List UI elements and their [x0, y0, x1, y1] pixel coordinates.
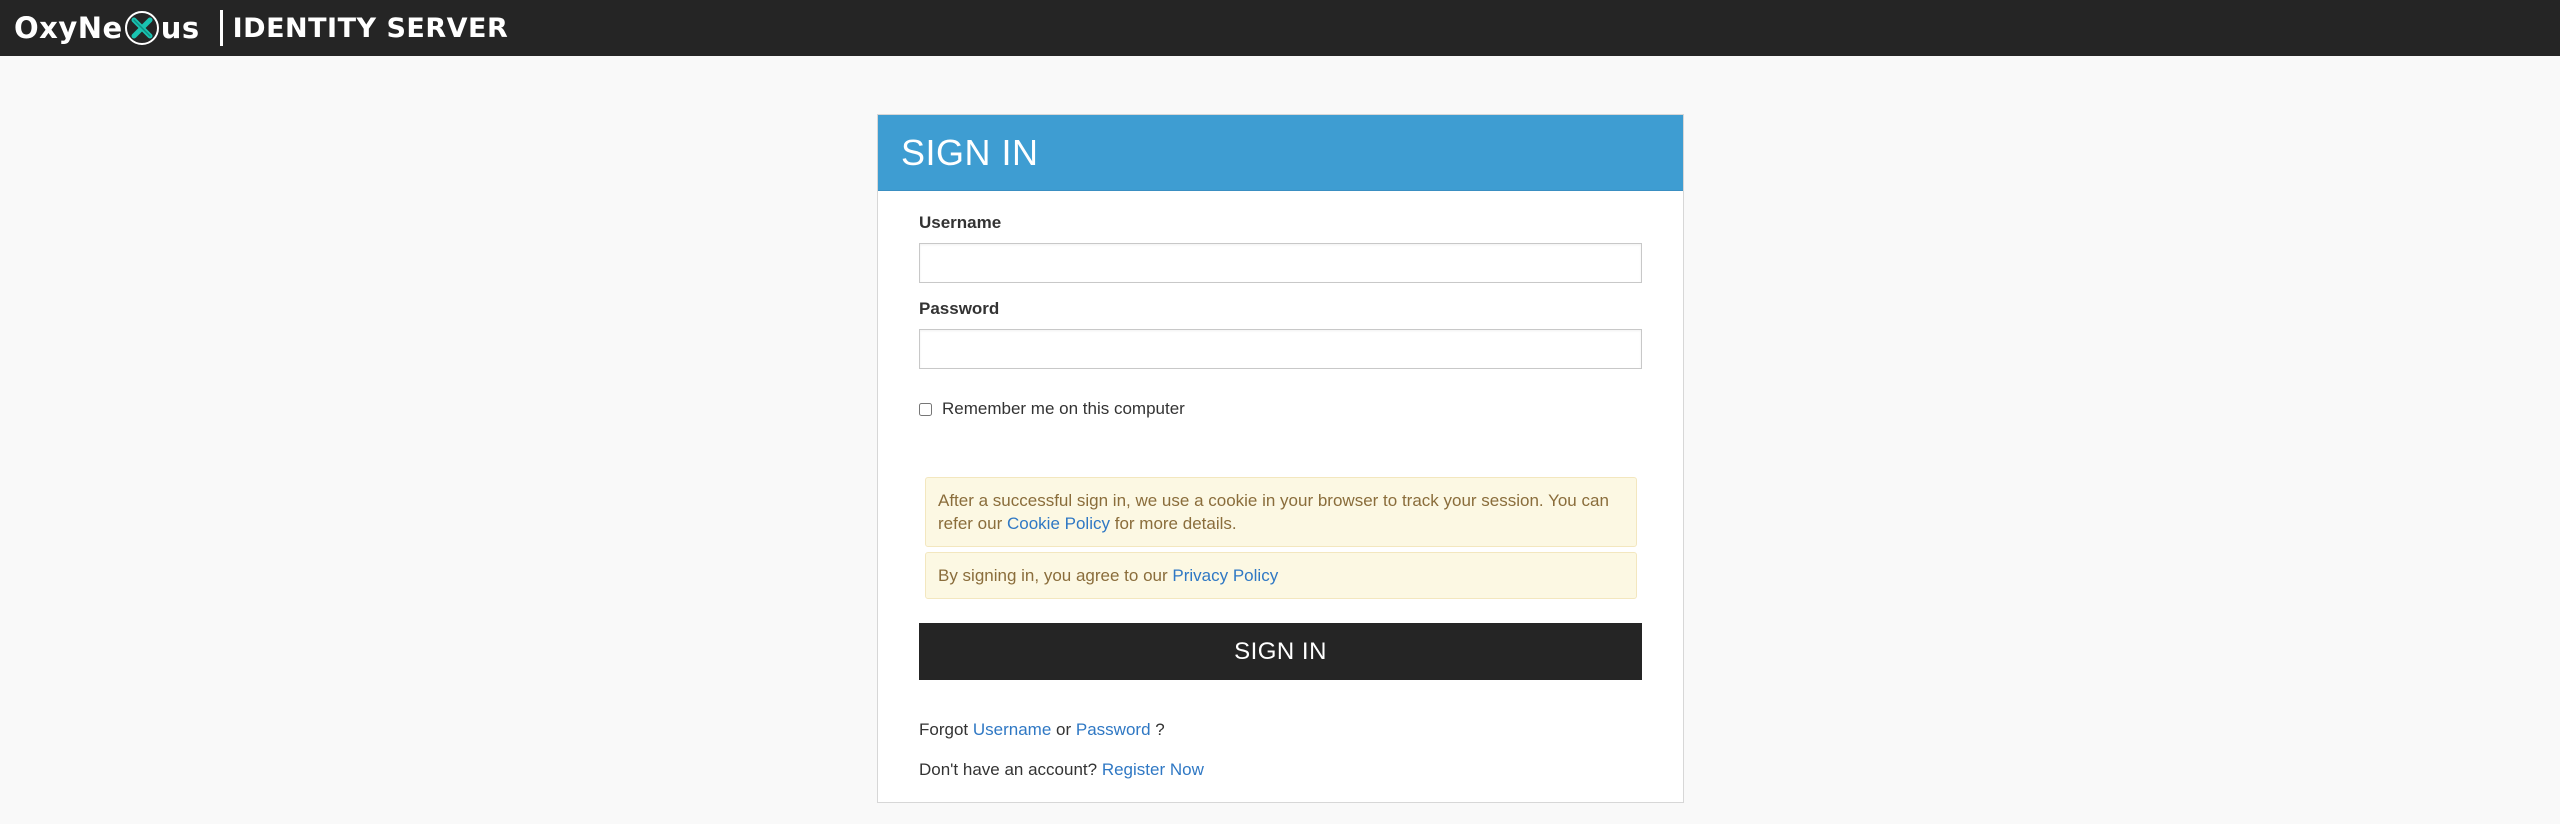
cookie-notice-text-end: for more details.	[1114, 514, 1237, 533]
username-input[interactable]	[919, 243, 1642, 283]
privacy-policy-link[interactable]: Privacy Policy	[1172, 566, 1278, 585]
privacy-notice-text: By signing in, you agree to our	[938, 566, 1168, 585]
password-label: Password	[919, 299, 1000, 318]
brand-divider	[219, 10, 223, 46]
forgot-or: or	[1056, 720, 1072, 739]
brand-logo[interactable]: OxyNe us	[14, 10, 200, 46]
brand-name-prefix: OxyNe	[14, 10, 123, 45]
brand-name-suffix: us	[160, 10, 200, 45]
sign-in-button[interactable]: SIGN IN	[919, 623, 1642, 680]
panel-title: SIGN IN	[901, 131, 1039, 173]
remember-me-label: Remember me on this computer	[942, 399, 1185, 418]
register-line: Don't have an account? Register Now	[919, 760, 1204, 780]
oxynexus-x-logo-icon	[124, 11, 159, 45]
register-prefix: Don't have an account?	[919, 760, 1098, 779]
register-now-link[interactable]: Register Now	[1102, 760, 1204, 779]
top-navbar: OxyNe us IDENTITY SERVER	[0, 0, 2560, 56]
forgot-prefix: Forgot	[919, 720, 969, 739]
product-title: IDENTITY SERVER	[232, 12, 509, 44]
forgot-username-link[interactable]: Username	[973, 720, 1051, 739]
cookie-notice: After a successful sign in, we use a coo…	[925, 477, 1637, 547]
remember-me-checkbox[interactable]	[919, 402, 932, 416]
panel-header: SIGN IN	[878, 115, 1683, 191]
remember-me-row[interactable]: Remember me on this computer	[919, 399, 1185, 419]
sign-in-panel: SIGN IN Username Password Remember me on…	[877, 114, 1684, 803]
cookie-policy-link[interactable]: Cookie Policy	[1007, 514, 1110, 533]
username-label: Username	[919, 213, 1002, 232]
password-input[interactable]	[919, 329, 1642, 369]
privacy-notice: By signing in, you agree to our Privacy …	[925, 552, 1637, 599]
forgot-password-link[interactable]: Password	[1076, 720, 1151, 739]
forgot-credentials-line: Forgot Username or Password ?	[919, 720, 1165, 740]
forgot-suffix: ?	[1155, 720, 1165, 739]
